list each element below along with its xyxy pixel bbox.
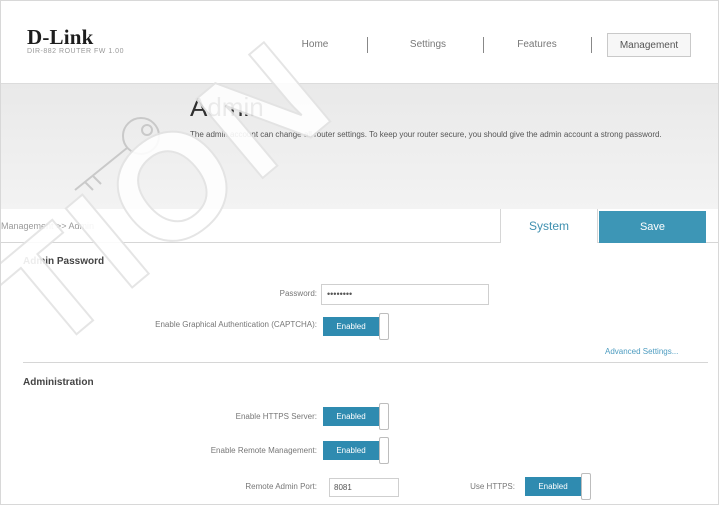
toggle-state: Enabled (323, 317, 379, 336)
nav-home[interactable]: Home (285, 33, 345, 57)
administration-heading: Administration (23, 377, 94, 388)
remote-admin-port-field[interactable]: 8081 (329, 478, 399, 497)
toggle-knob[interactable] (379, 403, 389, 430)
nav-management[interactable]: Management (607, 33, 691, 57)
toggle-knob[interactable] (379, 437, 389, 464)
toggle-knob[interactable] (581, 473, 591, 500)
toggle-state: Enabled (323, 441, 379, 460)
nav-settings[interactable]: Settings (395, 33, 461, 57)
use-https-label: Use HTTPS: (470, 482, 515, 491)
action-bar: Management >> Admin System Save (1, 209, 718, 243)
advanced-settings-link[interactable]: Advanced Settings... (605, 347, 678, 356)
nav-separator (367, 37, 368, 53)
nav-separator (483, 37, 484, 53)
breadcrumb: Management >> Admin (1, 221, 95, 231)
https-server-toggle[interactable]: Enabled (323, 403, 389, 430)
main-nav: Home Settings Features Management (271, 33, 711, 57)
remote-admin-port-label: Remote Admin Port: (245, 482, 317, 491)
captcha-label: Enable Graphical Authentication (CAPTCHA… (155, 320, 317, 329)
dlink-logo[interactable]: D-Link (27, 25, 94, 50)
admin-password-heading: Admin Password (23, 256, 105, 267)
https-server-label: Enable HTTPS Server: (235, 412, 317, 421)
nav-separator (591, 37, 592, 53)
captcha-toggle[interactable]: Enabled (323, 313, 389, 340)
page-title: Admin (190, 92, 264, 122)
nav-features[interactable]: Features (505, 33, 569, 57)
page-header: Admin The admin account can change all r… (1, 83, 718, 209)
remote-management-toggle[interactable]: Enabled (323, 437, 389, 464)
page-description: The admin account can change all router … (190, 130, 662, 139)
top-bar: D-Link DIR-882 ROUTER FW 1.00 Home Setti… (1, 1, 718, 83)
key-icon (74, 117, 160, 191)
password-field[interactable]: •••••••• (321, 284, 489, 305)
use-https-toggle[interactable]: Enabled (525, 473, 591, 500)
toggle-state: Enabled (323, 407, 379, 426)
section-divider (23, 362, 708, 363)
system-button[interactable]: System (500, 209, 598, 243)
model-label: DIR-882 ROUTER FW 1.00 (27, 48, 124, 55)
router-admin-page: D-Link DIR-882 ROUTER FW 1.00 Home Setti… (0, 0, 719, 505)
toggle-state: Enabled (525, 477, 581, 496)
remote-management-label: Enable Remote Management: (210, 446, 317, 455)
password-label: Password: (279, 289, 317, 298)
toggle-knob[interactable] (379, 313, 389, 340)
save-button[interactable]: Save (599, 211, 706, 243)
